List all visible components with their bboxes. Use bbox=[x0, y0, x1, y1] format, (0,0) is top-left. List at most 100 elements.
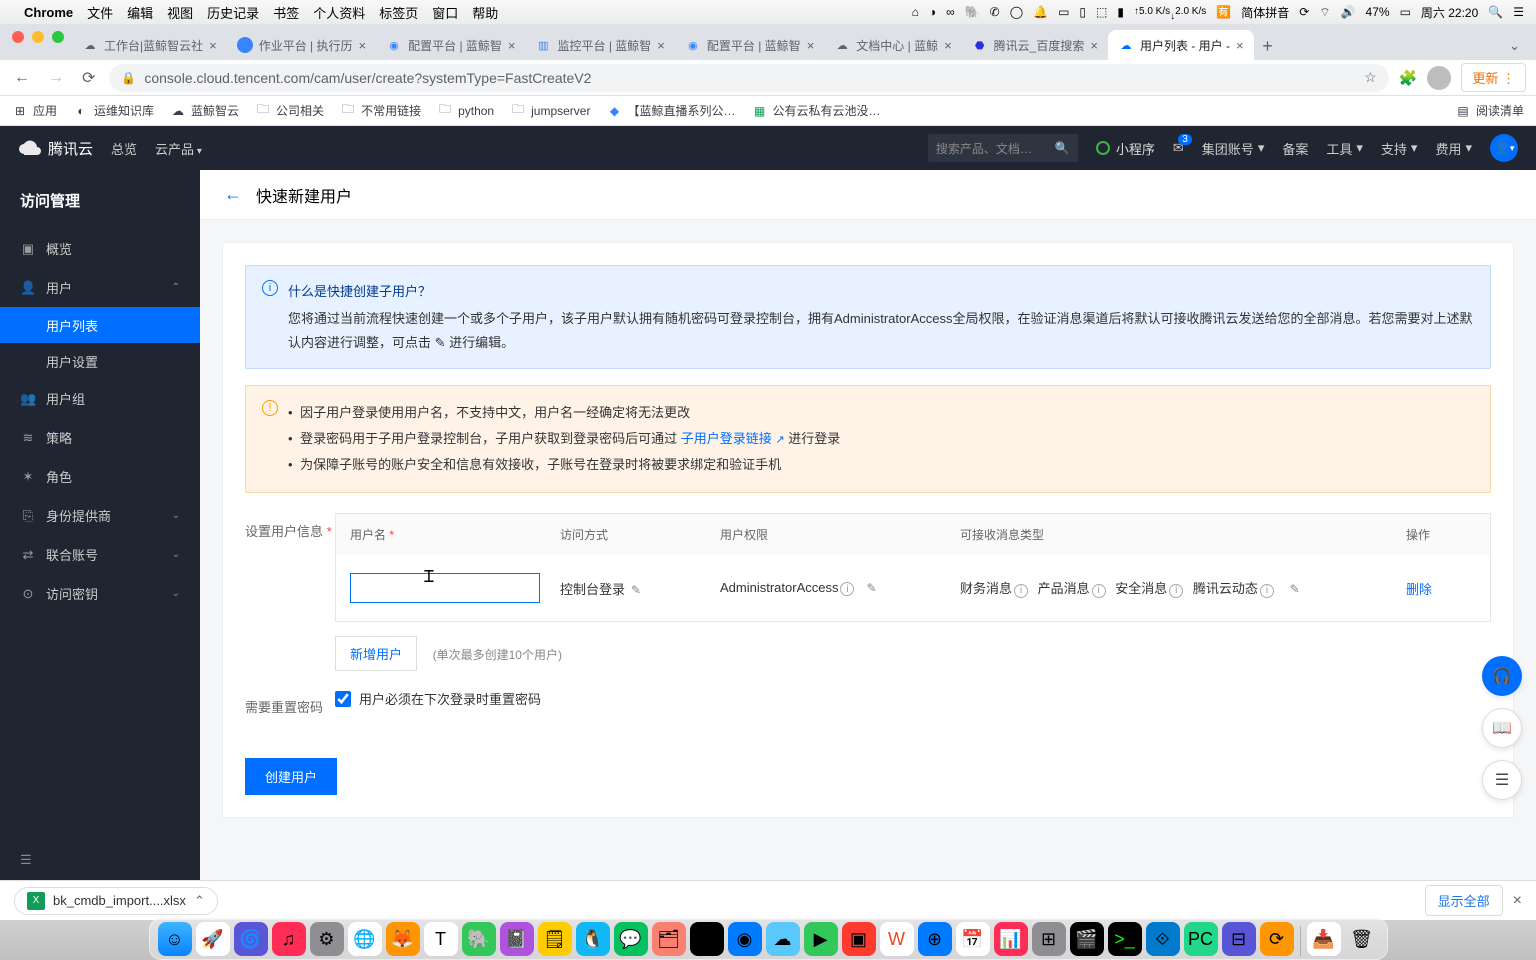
tab-overflow-button[interactable]: ⌄ bbox=[1501, 38, 1528, 60]
bookmark-folder[interactable]: 🗀python bbox=[437, 103, 494, 119]
bookmark-folder[interactable]: 🗀jumpserver bbox=[510, 103, 590, 119]
dock-app[interactable]: ◉ bbox=[728, 922, 762, 956]
info-icon[interactable]: i bbox=[1014, 584, 1028, 598]
close-icon[interactable]: × bbox=[209, 38, 217, 53]
status-icon[interactable]: ✆ bbox=[990, 5, 1000, 19]
dock-firefox[interactable]: 🦊 bbox=[386, 922, 420, 956]
sidebar-sub-user-settings[interactable]: 用户设置 bbox=[0, 343, 200, 379]
sidebar-collapse-button[interactable]: ☰ bbox=[20, 852, 32, 868]
dock-qq[interactable]: 🐧 bbox=[576, 922, 610, 956]
browser-tab[interactable]: 作业平台 | 执行历× bbox=[227, 30, 376, 60]
header-beian[interactable]: 备案 bbox=[1282, 139, 1308, 158]
download-item[interactable]: X bk_cmdb_import....xlsx ⌃ bbox=[14, 887, 218, 915]
bookmark-item[interactable]: ◐运维知识库 bbox=[73, 102, 154, 119]
menu-window[interactable]: 窗口 bbox=[432, 3, 458, 22]
sidebar-item-access-keys[interactable]: ⊙访问密钥⌄ bbox=[0, 574, 200, 613]
ime-icon[interactable]: 🈶 bbox=[1216, 5, 1231, 19]
dock-app[interactable]: ☁ bbox=[766, 922, 800, 956]
status-icon[interactable]: ⬚ bbox=[1096, 5, 1107, 19]
docs-button[interactable]: 📖 bbox=[1482, 708, 1522, 748]
edit-msg-button[interactable]: ✎ bbox=[1290, 582, 1300, 596]
menu-tabs[interactable]: 标签页 bbox=[379, 3, 418, 22]
menu-file[interactable]: 文件 bbox=[87, 3, 113, 22]
minimize-window[interactable] bbox=[32, 31, 44, 43]
browser-tab-active[interactable]: ☁用户列表 - 用户 - × bbox=[1108, 30, 1254, 60]
info-icon[interactable]: i bbox=[840, 582, 854, 596]
dock-app[interactable]: 🚀 bbox=[196, 922, 230, 956]
bookmark-folder[interactable]: 🗀公司相关 bbox=[255, 102, 324, 119]
sub-user-login-link[interactable]: 子用户登录链接 ↗ bbox=[681, 431, 785, 446]
status-icon[interactable]: ⌂ bbox=[912, 5, 919, 19]
dock-app[interactable]: ▣ bbox=[842, 922, 876, 956]
delete-row-button[interactable]: 删除 bbox=[1406, 582, 1432, 597]
search-icon[interactable]: 🔍 bbox=[1055, 141, 1070, 155]
dock-wechat[interactable]: 💬 bbox=[614, 922, 648, 956]
close-icon[interactable]: × bbox=[359, 38, 367, 53]
info-icon[interactable]: i bbox=[1092, 584, 1106, 598]
miniprogram-link[interactable]: 小程序 bbox=[1096, 139, 1155, 158]
dock-app[interactable]: 📅 bbox=[956, 922, 990, 956]
header-group-account[interactable]: 集团账号 ▾ bbox=[1202, 139, 1265, 158]
sidebar-item-user-groups[interactable]: 👥用户组 bbox=[0, 379, 200, 418]
status-icon[interactable]: ▮ bbox=[1117, 5, 1124, 19]
dock-app[interactable]: 🐘 bbox=[462, 922, 496, 956]
sidebar-item-overview[interactable]: ▣概览 bbox=[0, 229, 200, 268]
add-user-button[interactable]: 新增用户 bbox=[335, 636, 417, 671]
header-tools[interactable]: 工具 ▾ bbox=[1326, 139, 1363, 158]
menu-help[interactable]: 帮助 bbox=[472, 3, 498, 22]
close-icon[interactable]: × bbox=[1236, 38, 1244, 53]
dock-app[interactable]: ▌▌ bbox=[690, 922, 724, 956]
menu-profile[interactable]: 个人资料 bbox=[313, 3, 365, 22]
close-icon[interactable]: × bbox=[657, 38, 665, 53]
browser-tab[interactable]: ⬣腾讯云_百度搜索× bbox=[962, 30, 1108, 60]
menu-view[interactable]: 视图 bbox=[167, 3, 193, 22]
sidebar-item-federated[interactable]: ⇄联合账号⌄ bbox=[0, 535, 200, 574]
sync-icon[interactable]: ⟳ bbox=[1299, 5, 1309, 19]
dock-app[interactable]: 📊 bbox=[994, 922, 1028, 956]
spotlight-icon[interactable]: 🔍 bbox=[1488, 5, 1503, 19]
dock-pycharm[interactable]: PC bbox=[1184, 922, 1218, 956]
reset-password-checkbox[interactable] bbox=[335, 691, 351, 707]
new-tab-button[interactable]: + bbox=[1254, 32, 1282, 60]
menu-bookmarks[interactable]: 书签 bbox=[273, 3, 299, 22]
menubar-app[interactable]: Chrome bbox=[24, 5, 73, 20]
sidebar-item-idp[interactable]: ⎘身份提供商⌄ bbox=[0, 496, 200, 535]
dock-app[interactable]: ⟳ bbox=[1260, 922, 1294, 956]
dock-wps[interactable]: W bbox=[880, 922, 914, 956]
dock-vscode[interactable]: ⟐ bbox=[1146, 922, 1180, 956]
close-icon[interactable]: × bbox=[1090, 38, 1098, 53]
create-user-button[interactable]: 创建用户 bbox=[245, 758, 337, 795]
browser-tab[interactable]: ▥监控平台 | 蓝鲸智× bbox=[526, 30, 675, 60]
lock-icon[interactable]: 🔒 bbox=[121, 71, 136, 85]
feedback-button[interactable]: ☰ bbox=[1482, 760, 1522, 800]
browser-tab[interactable]: ◉配置平台 | 蓝鲸智× bbox=[675, 30, 824, 60]
ime-label[interactable]: 简体拼音 bbox=[1241, 4, 1289, 21]
info-icon[interactable]: i bbox=[1169, 584, 1183, 598]
status-icon[interactable]: ▭ bbox=[1058, 5, 1069, 19]
header-nav-products[interactable]: 云产品 bbox=[155, 139, 202, 158]
back-button[interactable]: ← bbox=[10, 65, 34, 91]
mail-button[interactable]: ✉3 bbox=[1173, 140, 1184, 156]
dock-app[interactable]: ⊕ bbox=[918, 922, 952, 956]
battery-label[interactable]: 47% bbox=[1366, 5, 1390, 19]
control-center-icon[interactable]: ☰ bbox=[1513, 5, 1524, 19]
close-icon[interactable]: × bbox=[944, 38, 952, 53]
bookmark-item[interactable]: ☁蓝鲸智云 bbox=[170, 102, 239, 119]
bookmark-star-icon[interactable]: ☆ bbox=[1364, 69, 1377, 86]
header-nav-overview[interactable]: 总览 bbox=[111, 139, 137, 158]
dock-app[interactable]: T bbox=[424, 922, 458, 956]
wifi-icon[interactable]: ⌔ bbox=[1319, 5, 1330, 20]
dock-app[interactable]: ⊟ bbox=[1222, 922, 1256, 956]
apps-button[interactable]: ⊞应用 bbox=[12, 102, 57, 119]
edit-perm-button[interactable]: ✎ bbox=[866, 581, 876, 595]
status-icon[interactable]: ◯ bbox=[1010, 5, 1023, 19]
dock-terminal[interactable]: >_ bbox=[1108, 922, 1142, 956]
info-icon[interactable]: i bbox=[1260, 584, 1274, 598]
bookmark-item[interactable]: ◆【蓝鲸直播系列公… bbox=[606, 102, 735, 119]
dock-app[interactable]: 🗂 bbox=[652, 922, 686, 956]
close-downloads-bar[interactable]: × bbox=[1513, 892, 1522, 910]
header-cost[interactable]: 费用 ▾ bbox=[1435, 139, 1472, 158]
sidebar-item-roles[interactable]: ✶角色 bbox=[0, 457, 200, 496]
status-icon[interactable]: 🐘 bbox=[965, 5, 980, 19]
bookmark-folder[interactable]: 🗀不常用链接 bbox=[340, 102, 421, 119]
